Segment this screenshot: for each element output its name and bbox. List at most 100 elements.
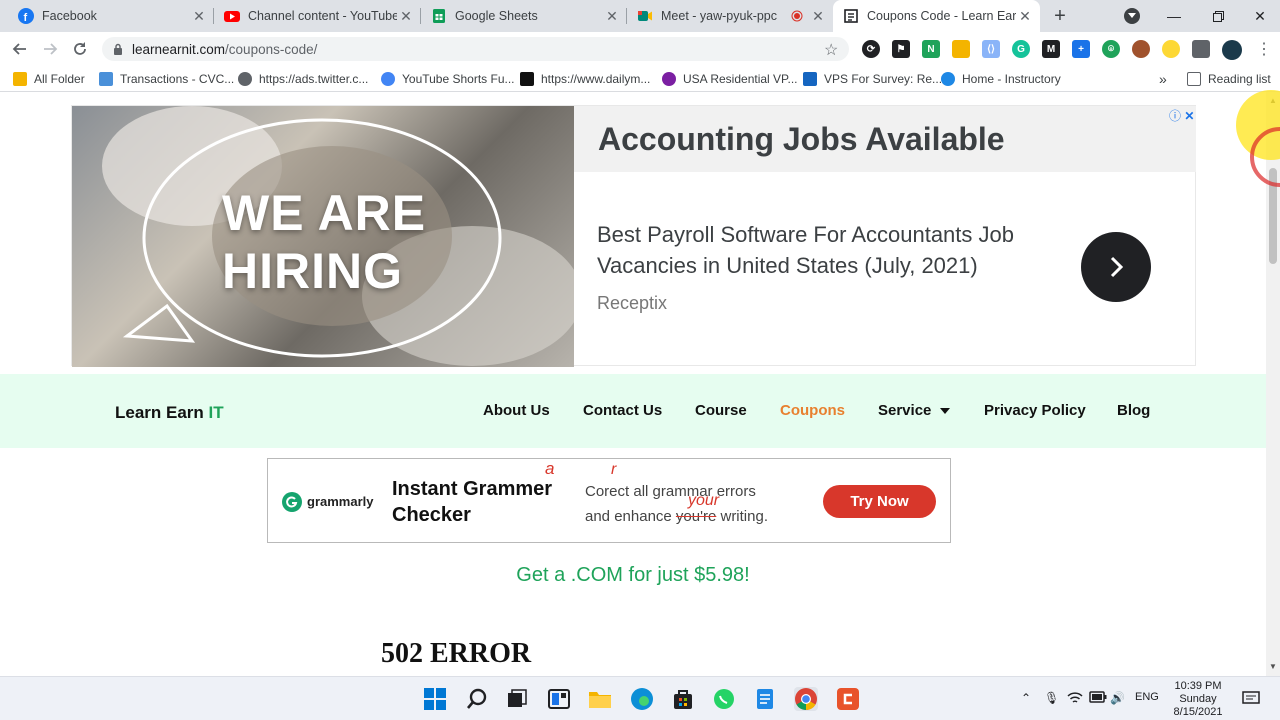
ad-choices[interactable]: ⓘ ✕ bbox=[1169, 107, 1194, 124]
close-icon[interactable]: ✕ bbox=[603, 8, 621, 25]
language-indicator[interactable]: ENG bbox=[1135, 691, 1159, 703]
tab-title: Meet - yaw-pyuk-ppc bbox=[661, 9, 778, 23]
ad-description[interactable]: Best Payroll Software For Accountants Jo… bbox=[597, 219, 1057, 281]
bookmark-all-folder[interactable]: All Folder bbox=[13, 70, 85, 88]
bookmark-label: All Folder bbox=[34, 72, 85, 86]
system-clock[interactable]: 10:39 PM Sunday 8/15/2021 bbox=[1168, 680, 1228, 719]
extension-grammarly-icon[interactable]: G bbox=[1012, 40, 1030, 58]
ad-banner-hiring[interactable]: WE ARE HIRING Accounting Jobs Available B… bbox=[71, 105, 1196, 367]
site-brand[interactable]: Learn Earn IT bbox=[115, 403, 224, 423]
nav-course[interactable]: Course bbox=[695, 402, 747, 419]
bookmark-transactions[interactable]: Transactions - CVC... bbox=[99, 70, 234, 88]
bookmark-instructory[interactable]: Home - Instructory bbox=[941, 70, 1061, 88]
edge-icon[interactable] bbox=[630, 687, 654, 711]
nav-contact-us[interactable]: Contact Us bbox=[583, 402, 662, 419]
chrome-icon[interactable] bbox=[794, 687, 818, 711]
bookmark-vps-survey[interactable]: VPS For Survey: Re... bbox=[803, 70, 942, 88]
notepad-icon[interactable] bbox=[753, 687, 777, 711]
bookmark-usa-residential[interactable]: USA Residential VP... bbox=[662, 70, 798, 88]
extension-flag-icon[interactable]: ⚑ bbox=[892, 40, 910, 58]
grammarly-body: Corect all grammar errors and enhance you… bbox=[585, 479, 805, 529]
scroll-down-icon[interactable]: ▼ bbox=[1269, 662, 1277, 671]
grammarly-logo-icon bbox=[282, 492, 302, 512]
file-explorer-icon[interactable] bbox=[588, 687, 612, 711]
close-icon[interactable]: ✕ bbox=[190, 8, 208, 25]
notifications-icon[interactable] bbox=[1242, 691, 1260, 710]
microphone-icon[interactable]: 🎙 bbox=[1044, 691, 1059, 705]
start-button[interactable] bbox=[423, 687, 447, 711]
forward-button[interactable] bbox=[38, 37, 62, 61]
tab-meet[interactable]: Meet - yaw-pyuk-ppc ✕ bbox=[627, 0, 833, 32]
ad-advertiser[interactable]: Receptix bbox=[597, 293, 667, 314]
bookmark-label: YouTube Shorts Fu... bbox=[402, 72, 515, 86]
nav-coupons[interactable]: Coupons bbox=[780, 402, 845, 419]
back-button[interactable] bbox=[8, 37, 32, 61]
nav-service[interactable]: Service bbox=[878, 402, 950, 419]
more-bookmarks-button[interactable]: » bbox=[1159, 70, 1167, 88]
bookmark-dailymotion[interactable]: https://www.dailym... bbox=[520, 70, 650, 88]
minimize-button[interactable]: — bbox=[1152, 0, 1196, 32]
domain-promo-link[interactable]: Get a .COM for just $5.98! bbox=[0, 564, 1266, 587]
widgets-icon[interactable] bbox=[547, 687, 571, 711]
show-hidden-icons[interactable]: ⌃ bbox=[1021, 691, 1031, 705]
task-view-icon[interactable] bbox=[505, 687, 529, 711]
info-icon[interactable]: ⓘ bbox=[1169, 109, 1181, 123]
volume-icon[interactable]: 🔊 bbox=[1110, 691, 1125, 705]
meet-icon bbox=[638, 11, 652, 21]
lock-icon bbox=[114, 43, 122, 55]
extension-sync-icon[interactable]: ⟳ bbox=[862, 40, 880, 58]
tab-search-icon[interactable] bbox=[1124, 8, 1140, 24]
bookmark-youtube-shorts[interactable]: YouTube Shorts Fu... bbox=[381, 70, 515, 88]
svg-text:f: f bbox=[24, 12, 28, 24]
new-tab-button[interactable]: + bbox=[1048, 4, 1072, 28]
reload-button[interactable] bbox=[68, 37, 92, 61]
close-icon[interactable]: ✕ bbox=[1016, 8, 1034, 25]
google-icon bbox=[381, 72, 395, 86]
extension-code-icon[interactable]: ⟨⟩ bbox=[982, 40, 1000, 58]
reading-list-button[interactable]: Reading list bbox=[1187, 70, 1271, 88]
extension-chick-icon[interactable] bbox=[1162, 40, 1180, 58]
ad-close-icon[interactable]: ✕ bbox=[1184, 109, 1194, 123]
close-icon[interactable]: ✕ bbox=[809, 8, 827, 25]
ad-title[interactable]: Accounting Jobs Available bbox=[598, 121, 1005, 158]
extension-notify-icon[interactable]: ⌾ bbox=[1102, 40, 1120, 58]
tab-google-sheets[interactable]: Google Sheets ✕ bbox=[421, 0, 627, 32]
address-bar[interactable]: learnearnit.com/coupons-code/ bbox=[102, 37, 849, 61]
tab-facebook[interactable]: f Facebook ✕ bbox=[8, 0, 214, 32]
store-icon[interactable] bbox=[671, 687, 695, 711]
tab-coupons-code[interactable]: Coupons Code - Learn Earn I ✕ bbox=[833, 0, 1040, 32]
bookmark-star-icon[interactable]: ☆ bbox=[824, 40, 838, 60]
headline-line2: Checker bbox=[392, 504, 471, 526]
extension-n-icon[interactable]: N bbox=[922, 40, 940, 58]
bookmark-favicon-icon bbox=[803, 72, 817, 86]
extension-m-icon[interactable]: M bbox=[1042, 40, 1060, 58]
grammarly-ad[interactable]: grammarly Instant Grammer Checker a r you… bbox=[267, 458, 951, 543]
close-icon[interactable]: ✕ bbox=[397, 8, 415, 25]
extension-plus-icon[interactable]: + bbox=[1072, 40, 1090, 58]
wifi-icon[interactable] bbox=[1067, 691, 1083, 708]
extensions-puzzle-icon[interactable] bbox=[1192, 40, 1210, 58]
page-icon bbox=[844, 9, 858, 23]
close-window-button[interactable]: ✕ bbox=[1238, 0, 1280, 32]
bookmark-ads-twitter[interactable]: https://ads.twitter.c... bbox=[238, 70, 368, 88]
page-viewport: WE ARE HIRING Accounting Jobs Available B… bbox=[0, 92, 1266, 676]
extension-cookie-icon[interactable] bbox=[1132, 40, 1150, 58]
tab-youtube[interactable]: Channel content - YouTube S ✕ bbox=[214, 0, 421, 32]
battery-icon[interactable] bbox=[1089, 691, 1107, 706]
ad-next-button[interactable] bbox=[1081, 232, 1151, 302]
nav-about-us[interactable]: About Us bbox=[483, 402, 550, 419]
hiring-image-text: WE ARE HIRING bbox=[222, 185, 427, 299]
profile-avatar[interactable] bbox=[1222, 40, 1242, 60]
nav-privacy-policy[interactable]: Privacy Policy bbox=[984, 402, 1086, 419]
dailymotion-icon bbox=[520, 72, 534, 86]
nav-blog[interactable]: Blog bbox=[1117, 402, 1150, 419]
try-now-button[interactable]: Try Now bbox=[823, 485, 936, 518]
restore-button[interactable] bbox=[1196, 0, 1240, 32]
more-menu-icon[interactable]: ⋮ bbox=[1256, 39, 1272, 59]
search-icon[interactable] bbox=[465, 687, 489, 711]
extension-bell-icon[interactable] bbox=[952, 40, 970, 58]
camtasia-icon[interactable] bbox=[836, 687, 860, 711]
sheets-icon bbox=[433, 9, 445, 23]
clock-day: Sunday bbox=[1179, 693, 1217, 705]
whatsapp-icon[interactable] bbox=[712, 687, 736, 711]
